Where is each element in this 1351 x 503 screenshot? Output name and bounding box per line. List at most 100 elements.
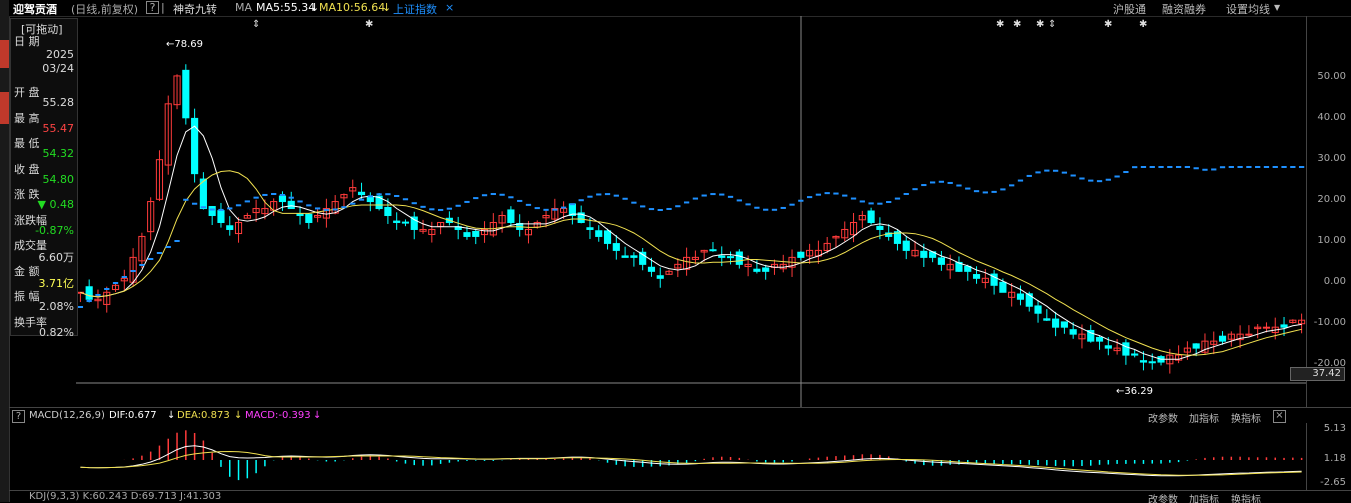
index-mark (648, 208, 655, 211)
index-mark (965, 187, 971, 190)
candle-body (937, 257, 945, 265)
index-mark (1298, 166, 1305, 168)
macd-svg[interactable] (76, 423, 1306, 490)
link-hk-connect[interactable]: 沪股通 (1113, 1, 1146, 17)
stock-name[interactable]: 迎驾贡酒 (13, 1, 57, 17)
event-marker-icon[interactable]: ✱ (1139, 19, 1147, 30)
help-button[interactable]: ? (146, 1, 159, 14)
index-mark (1167, 166, 1173, 168)
dea-line (80, 450, 1302, 476)
link-ma-settings[interactable]: 设置均线 (1226, 1, 1270, 17)
candle-body (401, 221, 410, 224)
index-mark (499, 193, 505, 196)
index-mark (350, 202, 356, 205)
index-mark (903, 192, 909, 195)
dif-arrow-icon: ↓ (167, 410, 176, 421)
index-mark (789, 203, 795, 206)
macd-chart[interactable] (76, 423, 1306, 490)
kdj-change-params-button[interactable]: 改参数 (1148, 491, 1178, 503)
pattern-label[interactable]: 神奇九转 (173, 1, 217, 17)
macd-help-button[interactable]: ? (12, 410, 25, 423)
index-mark (929, 181, 936, 184)
index-mark (1061, 171, 1068, 174)
candle-body (595, 230, 603, 237)
event-marker-icon[interactable]: ✱ (1036, 19, 1044, 30)
event-marker-icon[interactable]: ✱ (1104, 19, 1112, 30)
macd-dif: DIF:0.677 (109, 410, 157, 421)
index-mark (437, 208, 444, 211)
index-mark (139, 264, 145, 266)
index-mark (1140, 166, 1147, 168)
info-value: 54.32 (42, 147, 75, 160)
index-mark (306, 204, 312, 207)
close-overlay-icon[interactable]: × (445, 1, 454, 14)
left-strip (0, 0, 10, 502)
candle-body (1192, 343, 1200, 349)
index-mark (886, 201, 892, 204)
event-marker-icon[interactable]: ✱ (365, 19, 373, 30)
index-mark (411, 202, 417, 205)
event-marker-icon[interactable]: ✱ (996, 19, 1004, 30)
index-mark (1246, 166, 1252, 168)
index-mark (1009, 184, 1015, 187)
index-mark (1149, 166, 1155, 168)
candlestick-svg[interactable]: ←78.69 ←36.29 ⇕ ✱ ✱ ✱ ✱ ⇕ ✱ ✱ (76, 16, 1306, 408)
event-marker-icon[interactable]: ⇕ (252, 19, 260, 30)
index-mark (148, 258, 154, 260)
index-mark (394, 194, 400, 197)
candle-body (902, 240, 910, 251)
info-panel[interactable]: [可拖动] 日 期 2025 03/24 开 盘 55.28 最 高 55.47 最 低 54.… (10, 18, 78, 339)
index-mark (666, 207, 672, 210)
candle-body (656, 275, 664, 279)
index-mark (112, 282, 119, 284)
candle-body (753, 268, 761, 272)
candle-body (603, 230, 612, 244)
kdj-add-indicator-button[interactable]: 加指标 (1189, 491, 1219, 503)
info-value: 6.60万 (38, 251, 75, 264)
index-mark (982, 191, 988, 194)
index-mark (481, 194, 488, 197)
info-label: 开 盘 (14, 86, 40, 99)
dif-line (80, 445, 1302, 477)
index-mark (833, 192, 839, 195)
candle-body (278, 195, 287, 203)
candle-body (384, 206, 392, 217)
dea-arrow-icon: ↓ (234, 410, 243, 421)
index-mark (710, 193, 716, 196)
index-mark (604, 193, 611, 196)
candle-body (709, 249, 717, 252)
index-mark (279, 193, 286, 196)
dropdown-caret-icon[interactable]: ▼ (1274, 3, 1280, 12)
index-mark (1052, 169, 1059, 172)
macd-name[interactable]: MACD(12,26,9) (29, 410, 105, 421)
index-mark (947, 181, 953, 184)
left-tab-marker[interactable] (0, 40, 9, 68)
index-mark (262, 193, 268, 196)
period-label[interactable]: (日线,前复权) (71, 1, 138, 17)
index-mark (771, 208, 778, 211)
index-mark (1026, 174, 1032, 177)
index-mark (367, 195, 373, 198)
left-tab-marker[interactable] (0, 92, 9, 124)
info-label: 振 幅 (14, 290, 40, 303)
kdj-switch-indicator-button[interactable]: 换指标 (1231, 491, 1261, 503)
macd-close-button[interactable]: × (1273, 410, 1286, 423)
candle-body (1034, 305, 1042, 314)
index-mark (1070, 174, 1076, 177)
index-mark (341, 206, 347, 209)
index-mark (1044, 169, 1050, 172)
macd-axis: 5.13 1.18 -2.65 (1306, 423, 1351, 490)
event-marker-icon[interactable]: ✱ (1013, 19, 1021, 30)
candle-body (296, 213, 304, 217)
overlay-index-label[interactable]: 上证指数 (393, 1, 437, 17)
kdj-values[interactable]: KDJ(9,3,3) K:60.243 D:69.713 J:41.303 (29, 491, 221, 502)
candlestick-chart[interactable]: ←78.69 ←36.29 ⇕ ✱ ✱ ✱ ✱ ⇕ ✱ ✱ (76, 16, 1306, 408)
candle-body (1280, 324, 1288, 328)
candle-body (472, 230, 480, 237)
macd-axis-tick: 5.13 (1323, 423, 1346, 434)
event-marker-icon[interactable]: ⇕ (1048, 19, 1056, 30)
separator-icon: | (161, 1, 165, 14)
index-mark (859, 200, 865, 203)
index-mark (314, 207, 321, 210)
link-margin-trading[interactable]: 融资融券 (1162, 1, 1206, 17)
